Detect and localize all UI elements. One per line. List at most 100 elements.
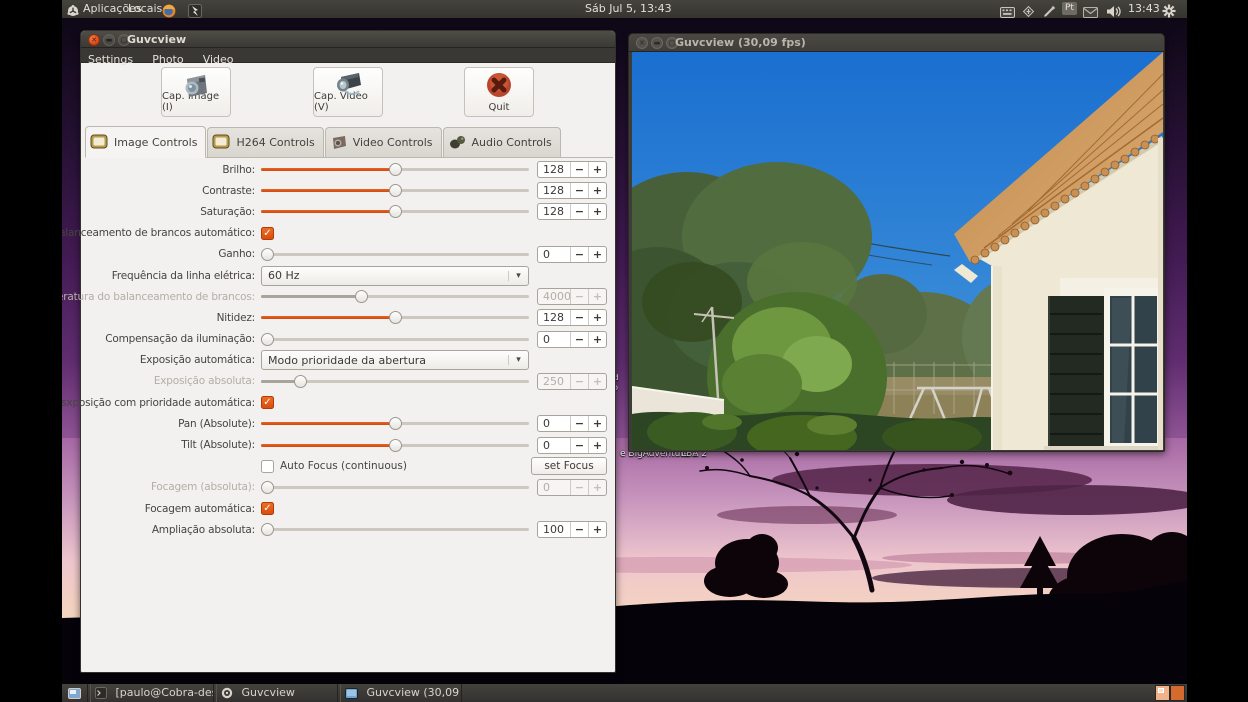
spin-increase-button[interactable]: +: [588, 247, 606, 262]
top-panel: Aplicações Locais Sáb Jul 5, 13:43 Pt: [62, 0, 1187, 18]
checkbox-exposure-auto-priority[interactable]: ✓: [261, 396, 274, 409]
firefox-launcher-icon[interactable]: [162, 2, 176, 20]
set-focus-button[interactable]: set Focus: [531, 457, 607, 475]
spin-increase-button[interactable]: +: [588, 310, 606, 325]
spin-value[interactable]: 0: [538, 332, 570, 347]
menu-locais[interactable]: Locais: [128, 0, 162, 18]
language-indicator[interactable]: Pt: [1062, 2, 1077, 15]
slider-handle[interactable]: [261, 523, 274, 536]
slider-saturation[interactable]: [261, 205, 529, 218]
slider-brightness[interactable]: [261, 163, 529, 176]
dropdown-auto-exposure[interactable]: Modo prioridade da abertura▾: [261, 350, 529, 370]
spin-value[interactable]: 100: [538, 522, 570, 537]
control-label-text: Temperatura do balanceamento de brancos:: [62, 291, 255, 303]
slider-backlight-compensation[interactable]: [261, 333, 529, 346]
close-icon[interactable]: ✕: [88, 34, 100, 46]
spin-decrease-button[interactable]: −: [570, 183, 588, 198]
screenshot-tool-icon[interactable]: [188, 2, 202, 20]
spin-increase-button[interactable]: +: [588, 438, 606, 453]
spin-increase-button[interactable]: +: [588, 522, 606, 537]
spin-increase-button[interactable]: +: [588, 183, 606, 198]
slider-handle[interactable]: [389, 184, 402, 197]
spin-decrease-button[interactable]: −: [570, 438, 588, 453]
spin-increase-button[interactable]: +: [588, 204, 606, 219]
workspace-2[interactable]: [1170, 685, 1185, 701]
spin-value[interactable]: 128: [538, 204, 570, 219]
spin-value[interactable]: 0: [538, 416, 570, 431]
slider-track[interactable]: [261, 338, 529, 341]
minimize-icon[interactable]: ▬: [651, 37, 663, 49]
dropdown-power-line-frequency[interactable]: 60 Hz▾: [261, 266, 529, 286]
slider-contrast[interactable]: [261, 184, 529, 197]
minimize-icon[interactable]: ▬: [103, 34, 115, 46]
close-icon[interactable]: ✕: [636, 37, 648, 49]
spin-decrease-button[interactable]: −: [570, 204, 588, 219]
spin-value[interactable]: 128: [538, 310, 570, 325]
spin-increase-button[interactable]: +: [588, 332, 606, 347]
video-window-titlebar[interactable]: ✕ ▬ ▢ Guvcview (30,09 fps): [629, 34, 1164, 52]
show-desktop-button[interactable]: [64, 684, 88, 702]
camera-icon: [330, 134, 349, 151]
software-update-icon[interactable]: [1022, 2, 1035, 20]
main-window-titlebar[interactable]: ✕ ▬ ▢ Guvcview: [81, 31, 615, 48]
spin-decrease-button[interactable]: −: [570, 310, 588, 325]
taskbar-item-terminal[interactable]: [paulo@Cobra-deskt...: [90, 684, 214, 702]
keyboard-layout-icon[interactable]: [1000, 3, 1015, 21]
spin-decrease-button[interactable]: −: [570, 247, 588, 262]
checkbox-auto-white-balance[interactable]: ✓: [261, 227, 274, 240]
slider-handle[interactable]: [389, 163, 402, 176]
slider-gain[interactable]: [261, 248, 529, 261]
ubuntu-logo-icon[interactable]: [66, 2, 80, 16]
spin-value[interactable]: 0: [538, 247, 570, 262]
menu-video[interactable]: Video: [196, 52, 241, 67]
tablet-pen-icon[interactable]: [1043, 2, 1056, 20]
menu-settings[interactable]: Settings: [81, 52, 140, 67]
menu-photo[interactable]: Photo: [145, 52, 190, 67]
spin-value[interactable]: 0: [538, 438, 570, 453]
spin-increase-button[interactable]: +: [588, 416, 606, 431]
spin-increase-button: +: [588, 289, 606, 304]
slider-handle[interactable]: [389, 311, 402, 324]
cap-image-button[interactable]: Cap. Image (I): [161, 67, 231, 117]
mail-icon[interactable]: [1083, 3, 1098, 21]
tab-image-controls[interactable]: Image Controls: [85, 126, 206, 158]
panel-clock-time[interactable]: 13:43: [1128, 0, 1160, 18]
slider-zoom-absolute[interactable]: [261, 523, 529, 536]
session-gear-icon[interactable]: [1162, 2, 1176, 20]
slider-handle[interactable]: [389, 417, 402, 430]
spin-decrease-button[interactable]: −: [570, 416, 588, 431]
quit-button[interactable]: Quit: [464, 67, 534, 117]
workspace-switcher[interactable]: [1155, 685, 1185, 701]
volume-icon[interactable]: [1106, 2, 1121, 20]
slider-tilt-absolute[interactable]: [261, 439, 529, 452]
control-row-focus-absolute: Focagem (absoluta):0−+: [81, 477, 607, 498]
spin-decrease-button[interactable]: −: [570, 522, 588, 537]
panel-clock-date[interactable]: Sáb Jul 5, 13:43: [585, 0, 672, 18]
slider-handle[interactable]: [389, 439, 402, 452]
spin-value: 4000: [538, 289, 570, 304]
slider-track[interactable]: [261, 528, 529, 531]
taskbar-item-guvcview-video[interactable]: Guvcview (30,09 fps): [340, 684, 462, 702]
spin-value[interactable]: 128: [538, 183, 570, 198]
taskbar-item-guvcview[interactable]: Guvcview: [216, 684, 338, 702]
slider-handle[interactable]: [261, 333, 274, 346]
tab-h264-controls[interactable]: H264 Controls: [207, 127, 323, 157]
spin-decrease-button[interactable]: −: [570, 332, 588, 347]
spinbox-gain: 0−+: [537, 246, 607, 263]
tab-audio-controls[interactable]: Audio Controls: [443, 127, 561, 157]
slider-sharpness[interactable]: [261, 311, 529, 324]
spin-increase-button[interactable]: +: [588, 162, 606, 177]
checkbox-focus-automatic[interactable]: ✓: [261, 502, 274, 515]
spin-value[interactable]: 128: [538, 162, 570, 177]
workspace-1-active[interactable]: [1155, 685, 1170, 701]
cap-video-button[interactable]: Cap. Video (V): [313, 67, 383, 117]
slider-pan-absolute[interactable]: [261, 417, 529, 430]
control-label-text: Brilho:: [222, 164, 255, 176]
slider-track[interactable]: [261, 253, 529, 256]
slider-handle[interactable]: [389, 205, 402, 218]
control-row-power-line-frequency: Frequência da linha elétrica:60 Hz▾: [81, 265, 607, 286]
tab-video-controls[interactable]: Video Controls: [325, 127, 442, 157]
spin-decrease-button[interactable]: −: [570, 162, 588, 177]
slider-handle[interactable]: [261, 248, 274, 261]
checkbox-auto-focus-continuous[interactable]: [261, 460, 274, 473]
